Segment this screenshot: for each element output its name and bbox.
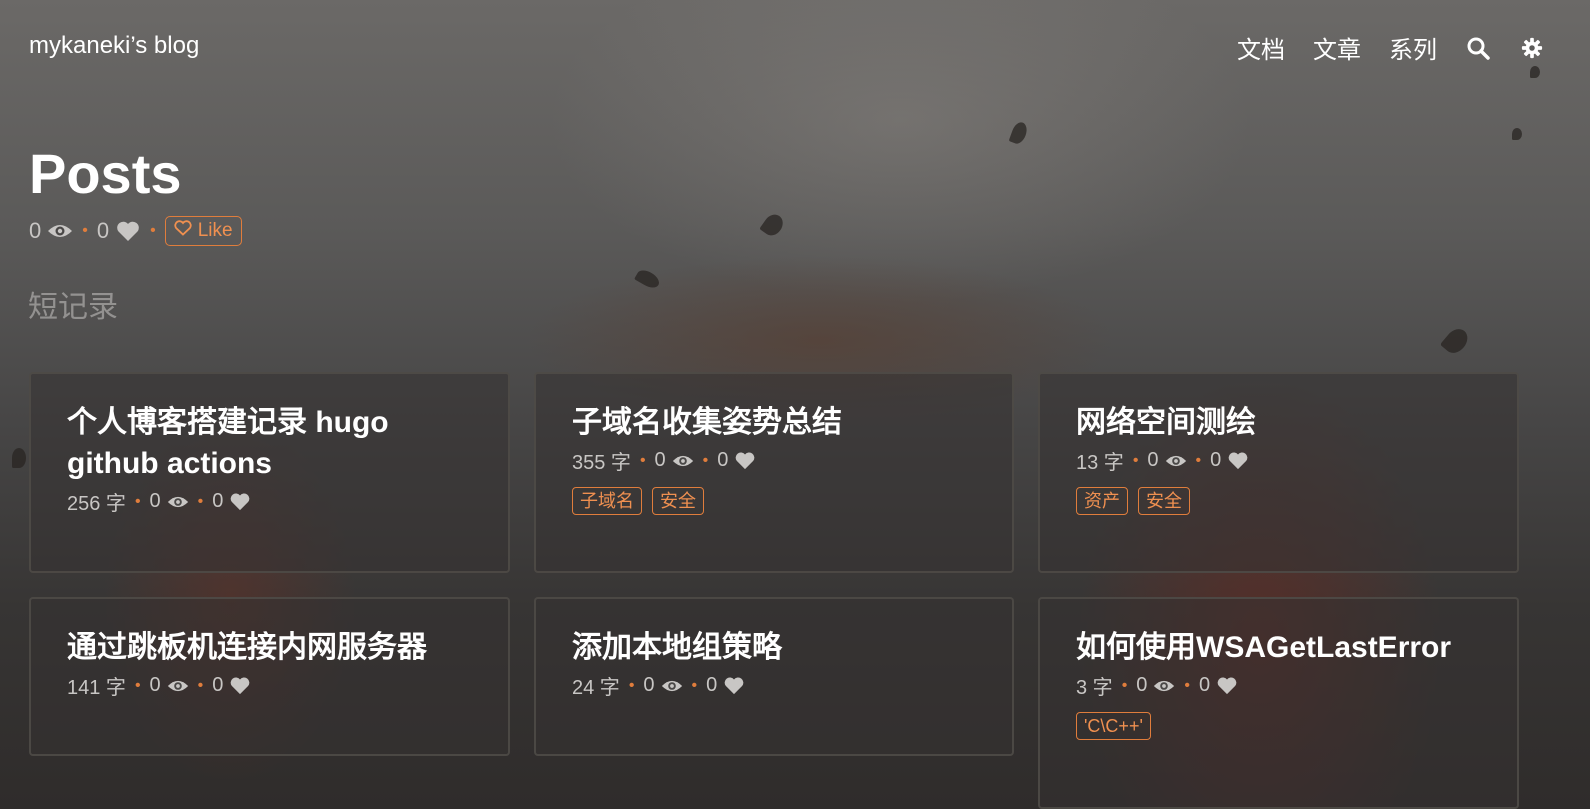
meta-separator: • <box>134 676 141 694</box>
eye-icon <box>167 494 189 510</box>
background-speck <box>1439 324 1473 358</box>
eye-icon <box>1165 453 1187 469</box>
heart-icon <box>1227 451 1249 470</box>
search-icon[interactable] <box>1465 35 1491 61</box>
meta-separator: • <box>82 222 88 239</box>
eye-icon <box>661 678 683 694</box>
tag-list: 'C\C++' <box>1076 712 1481 740</box>
page-view-count: 0 <box>29 218 42 243</box>
like-count: 0 <box>212 674 224 696</box>
meta-separator: • <box>691 676 698 694</box>
background-speck <box>634 266 662 292</box>
word-count: 141 字 <box>67 677 126 699</box>
meta-separator: • <box>197 676 204 694</box>
meta-separator: • <box>1195 451 1202 469</box>
nav-link-posts[interactable]: 文章 <box>1313 30 1361 65</box>
post-meta: 24 字 • 0 • 0 <box>572 671 976 700</box>
like-count: 0 <box>212 490 224 512</box>
view-count: 0 <box>149 674 161 696</box>
background-speck <box>12 448 26 468</box>
like-count: 0 <box>717 449 729 471</box>
post-title[interactable]: 网络空间测绘 <box>1076 402 1481 443</box>
meta-separator: • <box>702 451 709 469</box>
view-count: 0 <box>149 490 161 512</box>
background-speck <box>1008 120 1030 146</box>
word-count: 355 字 <box>572 452 631 474</box>
heart-icon <box>229 676 251 695</box>
meta-separator: • <box>134 492 141 510</box>
tag[interactable]: 'C\C++' <box>1076 712 1151 740</box>
post-card[interactable]: 添加本地组策略 24 字 • 0 • 0 <box>534 597 1014 756</box>
view-count: 0 <box>643 674 655 696</box>
heart-icon <box>229 492 251 511</box>
like-count: 0 <box>1210 449 1222 471</box>
background-speck <box>759 210 787 240</box>
gear-icon[interactable] <box>1519 35 1545 61</box>
site-header: mykaneki’s blog 文档 文章 系列 <box>0 0 1590 92</box>
post-meta: 355 字 • 0 • 0 <box>572 446 976 475</box>
main-nav: 文档 文章 系列 <box>1237 30 1545 65</box>
meta-separator: • <box>150 222 156 239</box>
word-count: 24 字 <box>572 677 620 699</box>
post-meta: 141 字 • 0 • 0 <box>67 671 472 700</box>
view-count: 0 <box>1147 449 1159 471</box>
view-count: 0 <box>1136 674 1148 696</box>
eye-icon <box>1153 678 1175 694</box>
tag-list: 子域名 安全 <box>572 487 976 515</box>
post-card[interactable]: 通过跳板机连接内网服务器 141 字 • 0 • 0 <box>29 597 510 756</box>
tag[interactable]: 安全 <box>1138 487 1190 515</box>
tag[interactable]: 安全 <box>652 487 704 515</box>
page-meta: 0 • 0 • Like <box>29 216 242 246</box>
post-card[interactable]: 网络空间测绘 13 字 • 0 • 0 资产 安全 <box>1038 372 1519 573</box>
post-title[interactable]: 如何使用WSAGetLastError <box>1076 627 1481 668</box>
post-title[interactable]: 通过跳板机连接内网服务器 <box>67 627 472 668</box>
post-title[interactable]: 添加本地组策略 <box>572 627 976 668</box>
word-count: 3 字 <box>1076 677 1113 699</box>
meta-separator: • <box>628 676 635 694</box>
post-card[interactable]: 如何使用WSAGetLastError 3 字 • 0 • 0 'C\C++' <box>1038 597 1519 809</box>
meta-separator: • <box>1121 676 1128 694</box>
tag[interactable]: 资产 <box>1076 487 1128 515</box>
word-count: 256 字 <box>67 493 126 515</box>
meta-separator: • <box>1184 676 1191 694</box>
meta-separator: • <box>197 492 204 510</box>
post-meta: 3 字 • 0 • 0 <box>1076 671 1481 700</box>
eye-icon <box>167 678 189 694</box>
post-title[interactable]: 子域名收集姿势总结 <box>572 402 976 443</box>
eye-icon <box>672 453 694 469</box>
meta-separator: • <box>639 451 646 469</box>
tag[interactable]: 子域名 <box>572 487 642 515</box>
meta-separator: • <box>1132 451 1139 469</box>
view-count: 0 <box>654 449 666 471</box>
nav-link-series[interactable]: 系列 <box>1389 30 1437 65</box>
post-meta: 256 字 • 0 • 0 <box>67 487 472 516</box>
post-title[interactable]: 个人博客搭建记录 hugo github actions <box>67 402 427 484</box>
nav-link-docs[interactable]: 文档 <box>1237 30 1285 65</box>
word-count: 13 字 <box>1076 452 1124 474</box>
like-count: 0 <box>1199 674 1211 696</box>
heart-icon <box>734 451 756 470</box>
background-speck <box>1512 128 1522 140</box>
post-card[interactable]: 个人博客搭建记录 hugo github actions 256 字 • 0 •… <box>29 372 510 573</box>
section-title: 短记录 <box>28 291 118 324</box>
page-like-count: 0 <box>96 218 110 243</box>
eye-icon <box>47 222 73 240</box>
site-brand[interactable]: mykaneki’s blog <box>29 32 199 60</box>
like-button-label: Like <box>197 220 233 241</box>
heart-icon <box>1216 676 1238 695</box>
tag-list: 资产 安全 <box>1076 487 1481 515</box>
post-meta: 13 字 • 0 • 0 <box>1076 446 1481 475</box>
heart-outline-icon <box>174 220 192 242</box>
heart-icon <box>115 220 141 242</box>
like-button[interactable]: Like <box>164 216 242 246</box>
heart-icon <box>723 676 745 695</box>
post-card[interactable]: 子域名收集姿势总结 355 字 • 0 • 0 子域名 安全 <box>534 372 1014 573</box>
like-count: 0 <box>706 674 718 696</box>
page-title: Posts <box>29 142 182 205</box>
